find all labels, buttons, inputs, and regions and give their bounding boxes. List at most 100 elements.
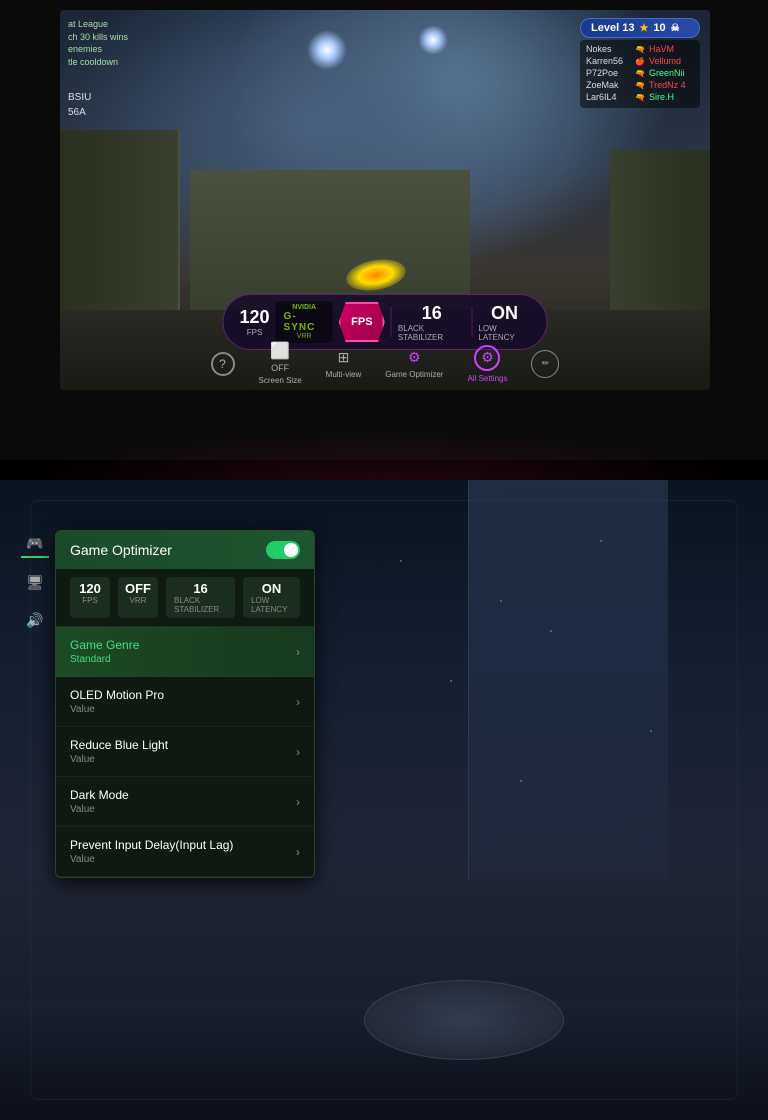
chevron-right-icon: ›: [296, 645, 300, 659]
edit-button[interactable]: ✏: [531, 350, 559, 378]
building-left: [60, 130, 180, 310]
low-latency-stat: ON Low Latency: [478, 303, 530, 342]
gsync-text: G-SYNC: [284, 311, 325, 333]
panel-black-stab-value: 16: [193, 581, 207, 596]
player-name-1: Nokes: [586, 44, 631, 54]
gsync-badge: NVIDIA G-SYNC VRR: [276, 301, 333, 343]
player-weapon-5: 🔫: [635, 93, 645, 102]
player-score-5: Sire.H: [649, 92, 694, 102]
panel-title: Game Optimizer: [70, 542, 172, 558]
player-row: Lar6IL4 🔫 Sire.H: [586, 92, 694, 102]
reduce-blue-light-text: Reduce Blue Light Value: [70, 738, 168, 765]
skull-icon: ☠: [671, 23, 680, 34]
menu-item-input-lag-text: Prevent Input Delay(Input Lag) Value: [70, 838, 233, 865]
chevron-right-icon: ›: [296, 795, 300, 809]
particle: [600, 540, 602, 542]
top-section: at League ch 30 kills wins enemies tle c…: [0, 0, 768, 460]
sliders-icon: ⚙: [403, 349, 425, 367]
gsync-brand: NVIDIA: [292, 304, 316, 311]
particle: [550, 630, 552, 632]
particle: [650, 730, 652, 732]
building-mid: [190, 170, 470, 310]
sidebar-display-icon[interactable]: 🖥: [21, 568, 49, 596]
menu-item-dark-mode[interactable]: Dark Mode Value ›: [56, 777, 314, 827]
game-optimizer-button[interactable]: ⚙ Game Optimizer: [385, 349, 443, 379]
player-weapon-2: 🍎: [635, 57, 645, 66]
chevron-right-icon: ›: [296, 695, 300, 709]
stat-divider-2: [472, 307, 473, 337]
menu-item-input-lag-value: Value: [70, 854, 233, 865]
toggle-knob: [284, 543, 298, 557]
player-score-1: HaVM: [649, 44, 694, 54]
menu-item-oled-motion-text: OLED Motion Pro Value: [70, 688, 164, 715]
panel-vrr-label: VRR: [130, 596, 147, 605]
player-score-4: TredNz 4: [649, 80, 694, 90]
low-latency-label: Low Latency: [478, 324, 530, 342]
optimizer-panel: Game Optimizer 120 FPS OFF VRR 16 Black …: [55, 530, 315, 878]
stat-divider-1: [391, 307, 392, 337]
chevron-right-icon: ›: [296, 845, 300, 859]
menu-item-dark-mode-value: Value: [70, 804, 129, 815]
star-count: 10: [653, 22, 665, 34]
low-latency-value: ON: [491, 303, 518, 324]
player-name-3: P72Poe: [586, 68, 631, 78]
player-row: P72Poe 🔫 GreenNii: [586, 68, 694, 78]
menu-item-input-lag[interactable]: Prevent Input Delay(Input Lag) Value ›: [56, 827, 314, 877]
menu-item-oled-motion[interactable]: OLED Motion Pro Value ›: [56, 677, 314, 727]
panel-menu: Game Genre Standard › OLED Motion Pro Va…: [56, 627, 314, 877]
screen-size-button[interactable]: ⬜ OFF Screen Size: [259, 342, 302, 385]
particle: [500, 600, 502, 602]
black-stabilizer-label: Black Stabilizer: [398, 324, 466, 342]
panel-vrr-value: OFF: [125, 581, 151, 596]
help-button[interactable]: ?: [211, 352, 235, 376]
sidebar-gamepad-icon[interactable]: 🎮: [21, 530, 49, 558]
toggle-switch[interactable]: [266, 541, 300, 559]
multiview-label: Multi-view: [326, 370, 362, 379]
reduce-blue-light-value: Value: [70, 754, 168, 765]
menu-item-game-genre[interactable]: Game Genre Standard ›: [56, 627, 314, 677]
panel-stat-low-latency: ON Low Latency: [243, 577, 300, 618]
hud-league-text: at League ch 30 kills wins enemies tle c…: [68, 18, 128, 68]
screen-size-state: OFF: [271, 363, 289, 373]
panel-header: Game Optimizer: [56, 531, 314, 569]
menu-item-dark-mode-title: Dark Mode: [70, 788, 129, 802]
player-score-2: Vellumd: [649, 56, 694, 66]
panel-black-stab-label: Black Stabilizer: [174, 596, 227, 614]
player-score-3: GreenNii: [649, 68, 694, 78]
all-settings-button[interactable]: ⚙ All Settings: [467, 345, 507, 383]
screen-size-icon: ⬜: [269, 342, 291, 360]
player-weapon-4: 🔫: [635, 81, 645, 90]
fps-label: FPS: [247, 328, 263, 337]
bottom-section: 🎮 🖥 🔊 Game Optimizer 120 FPS OFF VRR 16 …: [0, 480, 768, 1120]
player-name-4: ZoeMak: [586, 80, 631, 90]
circular-platform: [364, 980, 564, 1060]
optimizer-label: Game Optimizer: [385, 370, 443, 379]
screen-size-label: Screen Size: [259, 376, 302, 385]
building-right: [610, 150, 710, 310]
black-stabilizer-stat: 16 Black Stabilizer: [398, 303, 466, 342]
hud-top-right: Level 13 ★ 10 ☠ Nokes 🔫 HaVM Karren56 🍎 …: [580, 18, 700, 108]
panel-stat-black-stab: 16 Black Stabilizer: [166, 577, 235, 618]
player-row: Nokes 🔫 HaVM: [586, 44, 694, 54]
level-badge: Level 13 ★ 10 ☠: [580, 18, 700, 38]
pencil-icon: ✏: [531, 350, 559, 378]
menu-item-reduce-blue-light[interactable]: Reduce Blue Light Value ›: [56, 727, 314, 777]
panel-stats: 120 FPS OFF VRR 16 Black Stabilizer ON L…: [56, 569, 314, 627]
star-icon: ★: [639, 23, 648, 34]
multiview-button[interactable]: ⊞ Multi-view: [326, 349, 362, 379]
menu-item-oled-motion-title: OLED Motion Pro: [70, 688, 164, 702]
fps-mode-badge: FPS: [339, 302, 385, 342]
fps-value: 120: [240, 307, 270, 328]
menu-item-game-genre-title: Game Genre: [70, 638, 139, 652]
reduce-blue-light-title: Reduce Blue Light: [70, 738, 168, 752]
player-row: ZoeMak 🔫 TredNz 4: [586, 80, 694, 90]
menu-item-dark-mode-text: Dark Mode Value: [70, 788, 129, 815]
sidebar-sound-icon[interactable]: 🔊: [21, 606, 49, 634]
menu-item-oled-motion-value: Value: [70, 704, 164, 715]
player-row: Karren56 🍎 Vellumd: [586, 56, 694, 66]
panel-low-latency-label: Low Latency: [251, 596, 292, 614]
black-stabilizer-value: 16: [422, 303, 442, 324]
multiview-icon: ⊞: [332, 349, 354, 367]
waterfall: [468, 480, 668, 880]
toolbar-top: ? ⬜ OFF Screen Size ⊞ Multi-view ⚙ Game …: [135, 342, 635, 385]
